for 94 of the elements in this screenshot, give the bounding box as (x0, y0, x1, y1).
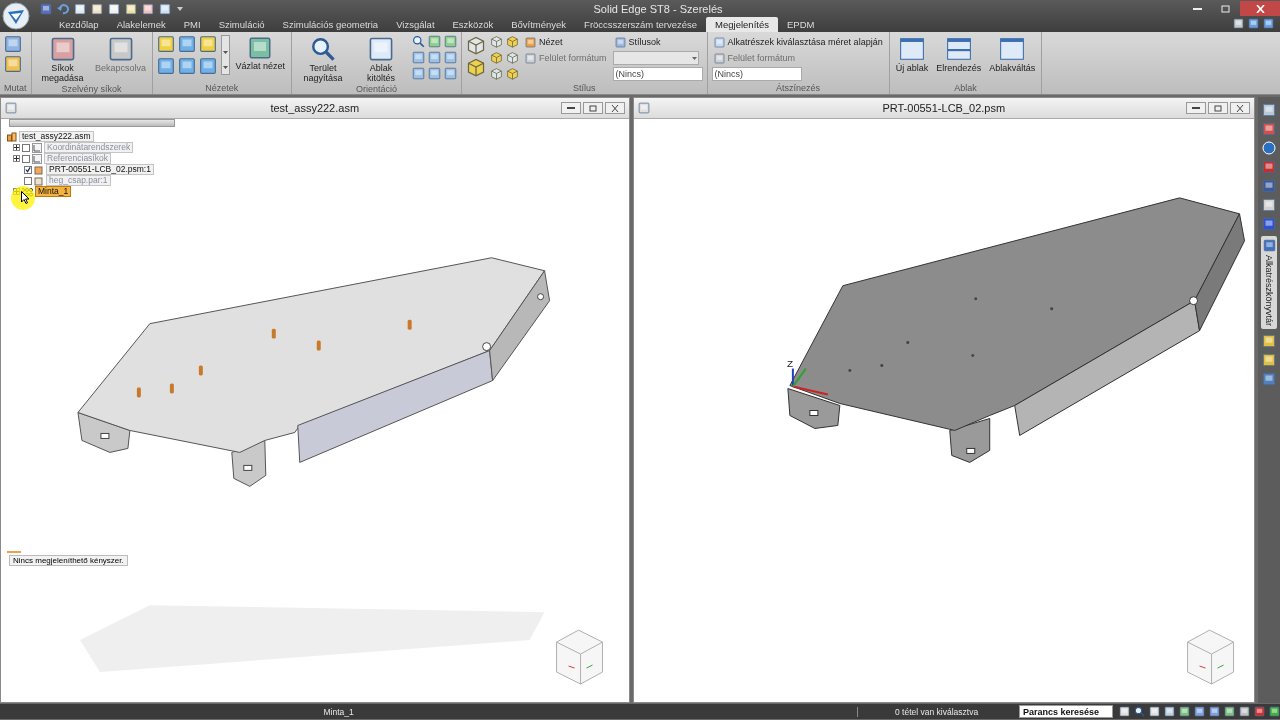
ribbon-tab[interactable]: Kezdőlap (50, 17, 108, 32)
ribbon-tab[interactable]: Fröccsszerszám tervezése (575, 17, 707, 32)
ribbon-tab[interactable]: PMI (174, 17, 210, 32)
close-button[interactable] (1230, 102, 1250, 114)
part-icon (34, 175, 44, 186)
group-label: Ablak (953, 83, 978, 94)
ribbon-tab[interactable]: EPDM (777, 17, 824, 32)
caret-icon (690, 55, 698, 61)
zoom-icon[interactable] (412, 35, 426, 48)
cube-icon[interactable] (490, 51, 504, 64)
check-icon (25, 166, 31, 173)
group-label: Stílus (572, 83, 597, 94)
restore-icon (1220, 4, 1230, 13)
group-label: Orientáció (355, 84, 399, 94)
tree-item[interactable]: PRT-00551-LCB_02.psm:1 (46, 164, 154, 175)
selection-name: Minta_1 (322, 706, 355, 717)
minimize-icon (1192, 107, 1200, 109)
tree-item[interactable]: Minta_1 (35, 186, 72, 197)
close-icon (610, 104, 619, 112)
minimize-button[interactable] (1186, 102, 1206, 114)
checkbox[interactable] (24, 165, 32, 174)
expand-toggle[interactable] (13, 155, 20, 162)
ribbon-tab[interactable]: Megjelenítés (706, 17, 778, 32)
window-title: PRT-00551-LCB_02.psm (882, 102, 1006, 114)
ribbon-button[interactable]: Vázlat nézet (233, 35, 288, 72)
scroll-arrows-icon[interactable] (220, 35, 230, 75)
checkbox[interactable] (22, 154, 30, 163)
zoom-area-icon[interactable] (310, 36, 337, 62)
minimize-icon (566, 107, 575, 109)
sheet-metal-part-drawing[interactable] (77, 257, 551, 487)
group-label: Nézetek (204, 83, 240, 94)
cube-icon[interactable] (466, 35, 487, 55)
switch-window-icon[interactable] (999, 36, 1026, 62)
ribbon-button[interactable]: Ablak kitöltés (354, 35, 409, 84)
selection-count: 0 tétel van kiválasztva (857, 706, 1015, 717)
minimize-button[interactable] (560, 102, 581, 114)
ribbon-tab[interactable]: Szimulációs geometria (273, 17, 388, 32)
group-label: Mutat (4, 83, 27, 94)
ribbon-tab[interactable]: Bővítmények (502, 17, 576, 32)
ribbon-tab[interactable]: Vizsgálat (387, 17, 444, 32)
expand-toggle[interactable] (13, 144, 20, 151)
scroll-bar[interactable] (9, 119, 175, 127)
part-icon (34, 164, 44, 175)
styles-button[interactable]: Stílusok (612, 35, 703, 49)
face-style-field[interactable]: (Nincs) (711, 67, 802, 81)
close-button[interactable] (1240, 1, 1280, 16)
restore-icon (588, 104, 597, 112)
ribbon-tab[interactable]: Eszközök (443, 17, 503, 32)
zoom-icon[interactable] (1134, 706, 1145, 717)
tree-item[interactable]: test_assy222.asm (19, 131, 94, 142)
ribbon-button[interactable]: Síkok megadása (35, 35, 90, 84)
help-icon[interactable] (1262, 141, 1276, 155)
close-icon (1236, 104, 1244, 112)
ribbon-button[interactable]: Nézet (523, 35, 609, 49)
close-button[interactable] (604, 102, 625, 114)
style-field[interactable]: (Nincs) (612, 67, 703, 81)
cube-icon[interactable] (506, 51, 520, 64)
axes-icon (32, 153, 42, 164)
axis-triad-icon (791, 367, 829, 396)
cube-icon[interactable] (506, 67, 520, 80)
cursor-icon (21, 191, 30, 204)
undo-icon[interactable] (57, 2, 69, 15)
cube-icon[interactable] (490, 35, 504, 48)
axes-icon (32, 142, 42, 153)
group-label: Átszínezés (775, 83, 822, 94)
app-menu-button[interactable] (2, 2, 30, 30)
checkbox[interactable] (24, 176, 32, 185)
plus-icon (14, 145, 19, 150)
assembly-icon (7, 131, 17, 142)
command-search-field[interactable]: Parancs keresése (1019, 705, 1113, 718)
minimize-icon (1192, 7, 1202, 10)
close-icon (1255, 4, 1265, 13)
ribbon-button[interactable]: Terület nagyítása (296, 35, 351, 84)
cube-icon[interactable] (506, 35, 520, 48)
cube-icon[interactable] (490, 67, 504, 80)
dropdown-icon[interactable] (176, 5, 184, 12)
ribbon-button[interactable]: Elrendezés (934, 35, 984, 74)
ribbon-tab[interactable]: Szimuláció (209, 17, 274, 32)
axis-label: Z (786, 357, 793, 369)
window-title: test_assy222.asm (270, 102, 360, 114)
window-icon[interactable] (898, 36, 925, 62)
ribbon-button[interactable]: Új ablak (893, 35, 931, 74)
plus-icon (14, 156, 19, 161)
ribbon-tab[interactable]: Alakelemek (107, 17, 175, 32)
ribbon-button[interactable]: Ablakváltás (987, 35, 1038, 74)
window-title: Solid Edge ST8 - Szerelés (593, 2, 723, 15)
checkbox[interactable] (22, 143, 30, 152)
ribbon-button[interactable]: Alkatrészek kiválasztása méret alapján (711, 35, 885, 49)
sheet-metal-part-drawing[interactable] (786, 197, 1245, 463)
window-icon[interactable] (945, 36, 972, 62)
status-message: Nincs megjeleníthető kényszer. (9, 555, 128, 566)
group-label: Szelvény síkok (60, 84, 123, 94)
restore-icon (1214, 104, 1222, 112)
cube-icon[interactable] (466, 57, 487, 77)
